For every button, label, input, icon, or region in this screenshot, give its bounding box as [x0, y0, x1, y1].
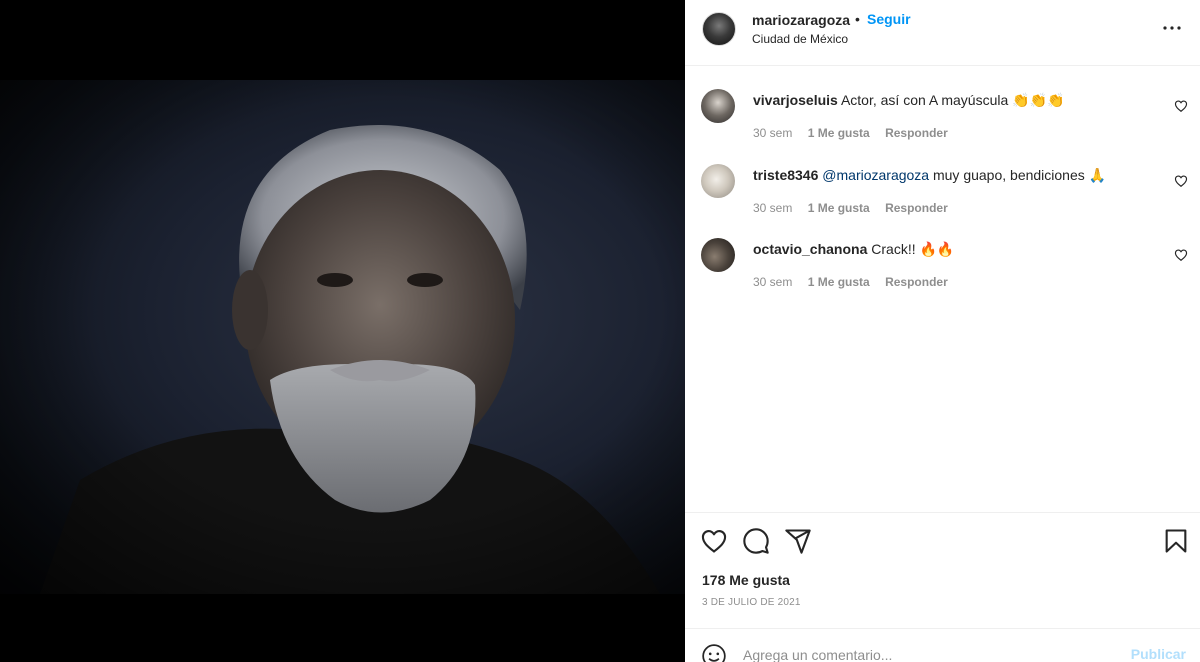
comment-time[interactable]: 30 sem	[753, 126, 792, 140]
author-avatar[interactable]	[702, 12, 736, 46]
post-actions: 178 Me gusta 3 DE JULIO DE 2021	[685, 512, 1200, 630]
bookmark-icon[interactable]	[1162, 527, 1190, 555]
comment-likes[interactable]: 1 Me gusta	[808, 275, 870, 289]
comment-body: muy guapo, bendiciones 🙏	[932, 167, 1107, 183]
commenter-avatar[interactable]	[701, 238, 735, 272]
comment-time[interactable]: 30 sem	[753, 201, 792, 215]
reply-button[interactable]: Responder	[885, 201, 948, 215]
publish-button[interactable]: Publicar	[1131, 646, 1186, 662]
commenter-avatar[interactable]	[701, 89, 735, 123]
portrait-image	[0, 80, 685, 594]
small-heart-icon[interactable]	[1174, 174, 1188, 188]
photo-pane	[0, 0, 685, 662]
reply-button[interactable]: Responder	[885, 275, 948, 289]
likes-count[interactable]: 178 Me gusta	[702, 572, 790, 588]
comment-text: vivarjoseluis Actor, así con A mayúscula…	[753, 92, 1064, 109]
comment-username[interactable]: octavio_chanona	[753, 241, 867, 257]
share-icon[interactable]	[784, 527, 812, 555]
comment-input[interactable]	[743, 641, 1113, 662]
comment-text: octavio_chanona Crack!! 🔥🔥	[753, 241, 954, 258]
follow-button[interactable]: Seguir	[867, 11, 911, 27]
post-header: mariozaragoza • Seguir Ciudad de México	[685, 0, 1200, 66]
comment-likes[interactable]: 1 Me gusta	[808, 126, 870, 140]
comment-meta: 30 sem 1 Me gusta Responder	[753, 275, 960, 289]
more-options-icon[interactable]	[1160, 16, 1184, 40]
small-heart-icon[interactable]	[1174, 248, 1188, 262]
post-photo[interactable]	[0, 80, 685, 594]
post-date[interactable]: 3 DE JULIO DE 2021	[702, 597, 801, 608]
emoji-icon[interactable]	[701, 643, 727, 662]
comment-meta: 30 sem 1 Me gusta Responder	[753, 126, 960, 140]
reply-button[interactable]: Responder	[885, 126, 948, 140]
small-heart-icon[interactable]	[1174, 99, 1188, 113]
commenter-avatar[interactable]	[701, 164, 735, 198]
post-sidebar: mariozaragoza • Seguir Ciudad de México …	[685, 0, 1200, 662]
comment-item: triste8346 @mariozaragoza muy guapo, ben…	[685, 164, 1200, 234]
comment-icon[interactable]	[742, 527, 770, 555]
comment-time[interactable]: 30 sem	[753, 275, 792, 289]
heart-icon[interactable]	[700, 527, 728, 555]
separator-dot: •	[855, 11, 860, 27]
comment-item: octavio_chanona Crack!! 🔥🔥 30 sem 1 Me g…	[685, 238, 1200, 308]
comment-username[interactable]: vivarjoseluis	[753, 92, 838, 108]
author-username[interactable]: mariozaragoza	[752, 12, 850, 28]
comments-list[interactable]: vivarjoseluis Actor, así con A mayúscula…	[685, 67, 1200, 512]
comment-body: Actor, así con A mayúscula 👏👏👏	[840, 92, 1065, 108]
comment-text: triste8346 @mariozaragoza muy guapo, ben…	[753, 167, 1106, 184]
comment-username[interactable]: triste8346	[753, 167, 818, 183]
comment-composer: Publicar	[685, 628, 1200, 662]
comment-body: Crack!! 🔥🔥	[871, 241, 955, 257]
comment-mention[interactable]: @mariozaragoza	[822, 167, 929, 183]
comment-item: vivarjoseluis Actor, así con A mayúscula…	[685, 89, 1200, 159]
comment-likes[interactable]: 1 Me gusta	[808, 201, 870, 215]
location-link[interactable]: Ciudad de México	[752, 32, 848, 46]
comment-meta: 30 sem 1 Me gusta Responder	[753, 201, 960, 215]
